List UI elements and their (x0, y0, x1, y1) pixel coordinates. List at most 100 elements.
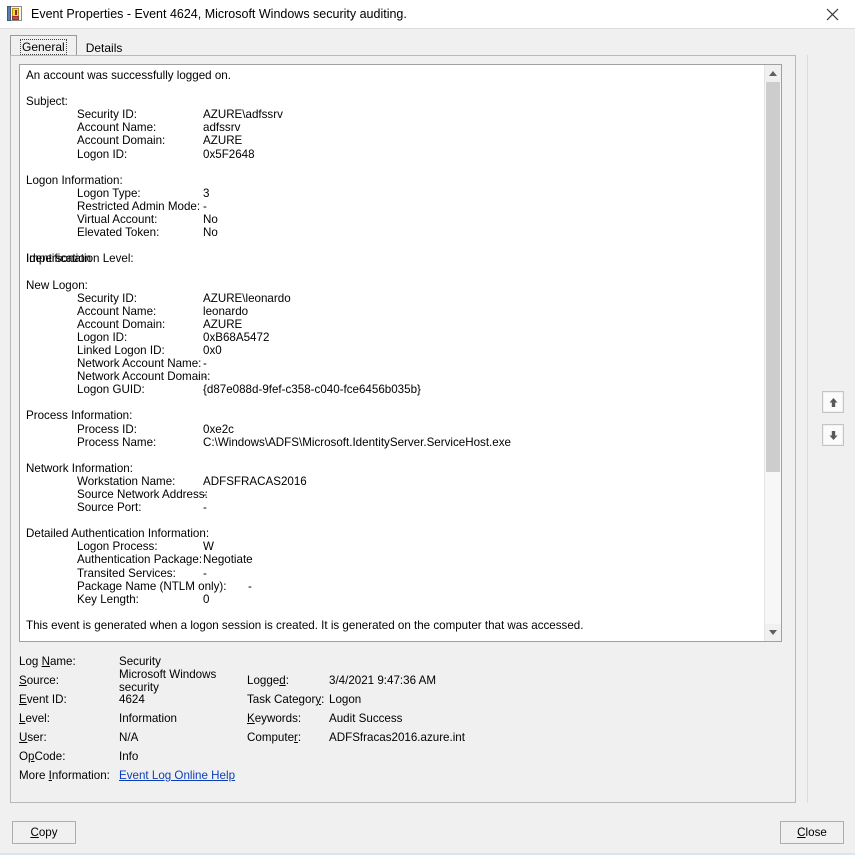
description-line-value: 3 (203, 187, 209, 200)
description-line-label: Logon GUID: (77, 383, 145, 396)
description-line-value: adfssrv (203, 121, 240, 134)
scrollbar-track[interactable] (765, 82, 781, 624)
description-line: Package Name (NTLM only): - (26, 580, 764, 593)
description-line-value: - (203, 567, 207, 580)
window-title-bar: Event Properties - Event 4624, Microsoft… (0, 0, 855, 29)
description-line-value: 0x0 (203, 344, 222, 357)
description-line-label: Network Information: (26, 462, 133, 475)
tab-strip: General Details (0, 35, 855, 57)
more-information-row: More Information:Event Log Online Help (19, 766, 779, 785)
description-line-label: Workstation Name: (77, 475, 175, 488)
copy-button-label: Copy (30, 826, 57, 839)
description-line: Restricted Admin Mode:- (26, 200, 764, 213)
metadata-row: Source:Microsoft Windows securityLogged:… (19, 671, 779, 690)
description-line: Security ID:AZURE\leonardo (26, 292, 764, 305)
tab-details-label: Details (86, 41, 123, 55)
metadata-label: Task Category: (247, 693, 329, 706)
description-line-label: Logon Process: (77, 540, 158, 553)
close-button-label: Close (797, 826, 827, 839)
description-line-label: Logon ID: (77, 148, 127, 161)
description-line-label: New Logon: (26, 279, 88, 292)
description-line-value: 0x5F2648 (203, 148, 255, 161)
description-line-label: Authentication Package: (77, 553, 202, 566)
description-line-value: No (203, 226, 218, 239)
description-line (26, 161, 764, 174)
metadata-value: 4624 (119, 693, 247, 706)
tab-general-label: General (20, 39, 67, 55)
description-line-label: Package Name (NTLM only): (77, 580, 226, 593)
description-line-label: Process ID: (77, 423, 137, 436)
description-line-value: No (203, 213, 218, 226)
scroll-up-button[interactable] (765, 65, 781, 82)
description-line: Logon Information: (26, 174, 764, 187)
description-line-value: ADFSFRACAS2016 (203, 475, 307, 488)
scroll-down-button[interactable] (765, 624, 781, 641)
event-metadata-grid: Log Name:SecuritySource:Microsoft Window… (19, 652, 779, 785)
copy-button[interactable]: Copy (12, 821, 76, 844)
description-line-label: Logon Type: (77, 187, 141, 200)
description-line-value: 0 (203, 593, 209, 606)
metadata-row: Event ID:4624Task Category:Logon (19, 690, 779, 709)
description-line-value: AZURE (203, 318, 242, 331)
metadata-row: Level:InformationKeywords:Audit Success (19, 709, 779, 728)
description-line-label: Process Name: (77, 436, 156, 449)
close-window-button[interactable] (810, 0, 855, 28)
description-line: Account Name: adfssrv (26, 121, 764, 134)
description-line: Linked Logon ID:0x0 (26, 344, 764, 357)
event-description-box[interactable]: An account was successfully logged on. S… (19, 64, 782, 642)
description-line (26, 514, 764, 527)
up-arrow-icon (828, 397, 839, 408)
description-line: Process Name: C:\Windows\ADFS\Microsoft.I… (26, 436, 764, 449)
metadata-value: Microsoft Windows security (119, 668, 247, 694)
metadata-label: Log Name: (19, 655, 119, 668)
description-line: Network Account Name:- (26, 357, 764, 370)
description-scrollbar[interactable] (764, 65, 781, 641)
description-line-label: Security ID: (77, 108, 137, 121)
description-line: New Logon: (26, 279, 764, 292)
description-line: Key Length: 0 (26, 593, 764, 606)
description-line: Source Port:- (26, 501, 764, 514)
description-line (26, 396, 764, 409)
next-event-button[interactable] (822, 424, 844, 446)
metadata-label: User: (19, 731, 119, 744)
description-line: Network Account Domain:- (26, 370, 764, 383)
description-line-label: Logon ID: (77, 331, 127, 344)
description-line (26, 82, 764, 95)
description-line: This event is generated when a logon ses… (26, 619, 764, 632)
description-line: Logon ID:0xB68A5472 (26, 331, 764, 344)
previous-event-button[interactable] (822, 391, 844, 413)
metadata-label: Level: (19, 712, 119, 725)
description-line-value: leonardo (203, 305, 248, 318)
description-line-label: This event is generated when a logon ses… (26, 619, 583, 632)
description-line-value: W (203, 540, 214, 553)
description-line-value: - (248, 580, 252, 593)
description-line-label: Account Name: (77, 121, 156, 134)
description-line-label: Elevated Token: (77, 226, 159, 239)
description-line-label: Account Name: (77, 305, 156, 318)
description-line: Workstation Name: ADFSFRACAS2016 (26, 475, 764, 488)
description-line: Process Information: (26, 409, 764, 422)
close-button[interactable]: Close (780, 821, 844, 844)
description-line-label: Process Information: (26, 409, 132, 422)
description-line-value: AZURE\adfssrv (203, 108, 283, 121)
event-log-online-help-link[interactable]: Event Log Online Help (119, 769, 235, 782)
description-line: Account Domain:AZURE (26, 318, 764, 331)
description-line-value: - (203, 370, 207, 383)
metadata-label: Keywords: (247, 712, 329, 725)
metadata-row: OpCode:Info (19, 747, 779, 766)
description-line-label: Network Account Name: (77, 357, 201, 370)
scrollbar-thumb[interactable] (766, 82, 780, 472)
description-line-label: Account Domain: (77, 134, 165, 147)
description-line-label: Key Length: (77, 593, 139, 606)
more-information-label: More Information: (19, 769, 119, 782)
metadata-label: Source: (19, 674, 119, 687)
panel-divider (807, 55, 808, 803)
description-line-value: C:\Windows\ADFS\Microsoft.IdentityServer… (203, 436, 511, 449)
description-line (26, 449, 764, 462)
description-line-value: AZURE\leonardo (203, 292, 291, 305)
description-line-label: An account was successfully logged on. (26, 69, 231, 82)
description-line-label: Virtual Account: (77, 213, 157, 226)
description-line: Source Network Address:- (26, 488, 764, 501)
description-line: Virtual Account: No (26, 213, 764, 226)
description-line-value: AZURE (203, 134, 242, 147)
